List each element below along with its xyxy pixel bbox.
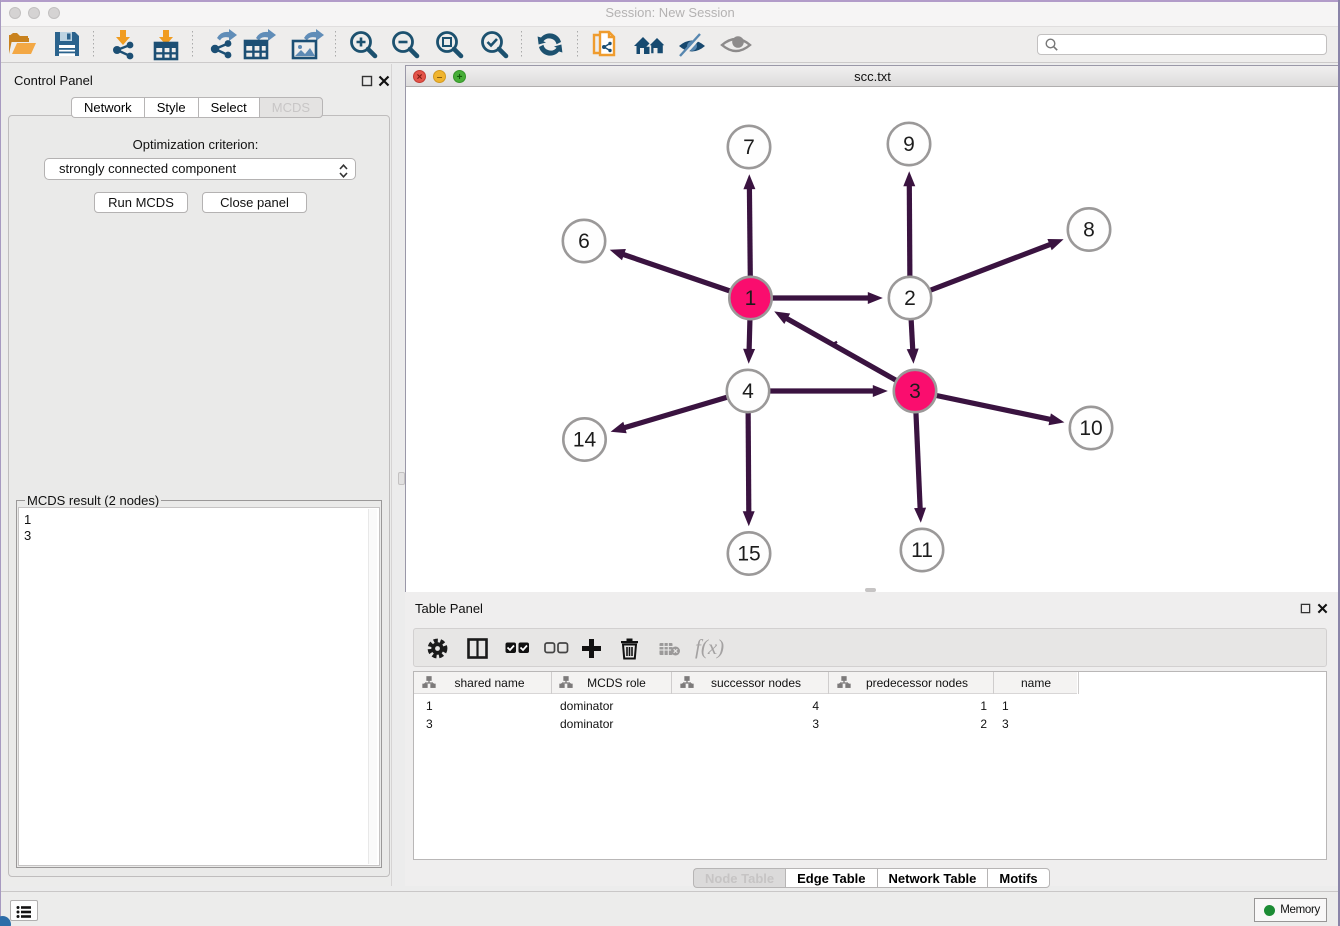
- svg-text:3: 3: [909, 380, 921, 403]
- svg-text:1: 1: [745, 287, 757, 310]
- svg-text:11: 11: [911, 539, 933, 562]
- svg-text:4: 4: [742, 380, 754, 403]
- svg-text:6: 6: [578, 230, 590, 253]
- svg-text:2: 2: [904, 287, 916, 310]
- svg-text:10: 10: [1079, 417, 1102, 440]
- svg-text:7: 7: [743, 136, 755, 159]
- svg-text:14: 14: [573, 429, 597, 452]
- svg-text:15: 15: [737, 543, 760, 566]
- svg-text:8: 8: [1083, 219, 1095, 242]
- svg-text:9: 9: [903, 133, 915, 156]
